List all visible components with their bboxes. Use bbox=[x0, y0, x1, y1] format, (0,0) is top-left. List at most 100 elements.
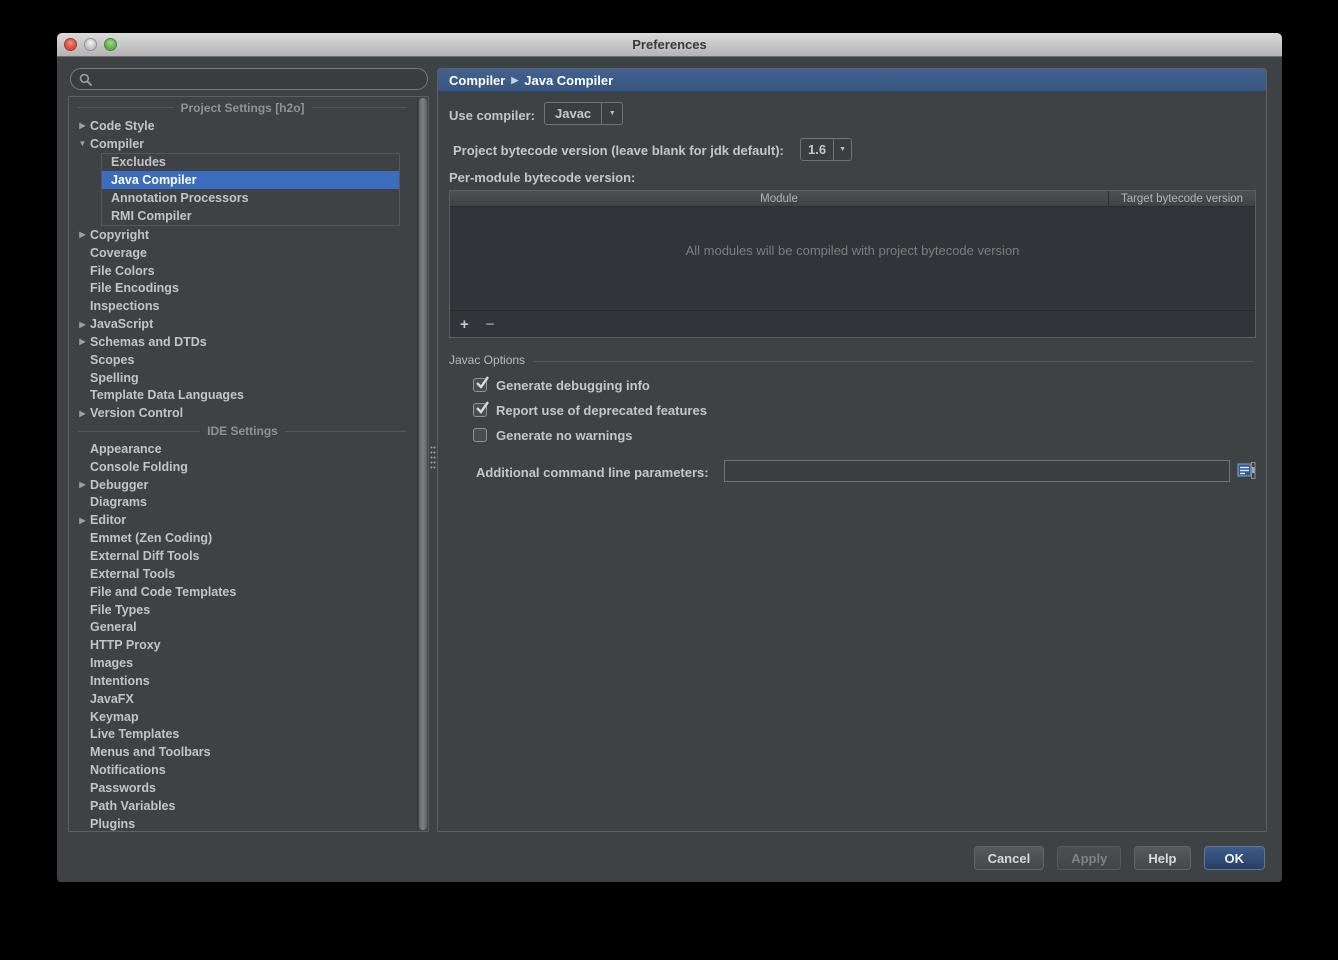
javac-options-label: Javac Options bbox=[449, 353, 526, 367]
chevron-expanded-icon[interactable]: ▼ bbox=[75, 139, 90, 148]
sidebar-item-console-folding[interactable]: Console Folding bbox=[69, 458, 416, 476]
search-field[interactable] bbox=[70, 68, 428, 90]
sidebar-item-version-control[interactable]: ▶ Version Control bbox=[69, 404, 416, 422]
sidebar-item-live-templates[interactable]: Live Templates bbox=[69, 726, 416, 744]
sidebar-item-file-colors[interactable]: File Colors bbox=[69, 262, 416, 280]
zoom-button[interactable] bbox=[104, 38, 117, 51]
sidebar-item-inspections[interactable]: Inspections bbox=[69, 297, 416, 315]
use-compiler-select[interactable]: Javac ▼ bbox=[544, 102, 624, 125]
sidebar-item-external-tools[interactable]: External Tools bbox=[69, 565, 416, 583]
chevron-collapsed-icon[interactable]: ▶ bbox=[75, 230, 90, 239]
column-header-module[interactable]: Module bbox=[450, 191, 1109, 206]
chevron-collapsed-icon[interactable]: ▶ bbox=[75, 409, 90, 418]
breadcrumb-separator-icon: ▶ bbox=[511, 74, 519, 85]
sidebar-item-coverage[interactable]: Coverage bbox=[69, 244, 416, 262]
sidebar-item-schemas-and-dtds[interactable]: ▶ Schemas and DTDs bbox=[69, 333, 416, 351]
sidebar-item-excludes[interactable]: Excludes bbox=[102, 154, 399, 172]
sidebar-item-intentions[interactable]: Intentions bbox=[69, 672, 416, 690]
sidebar-item-notifications[interactable]: Notifications bbox=[69, 761, 416, 779]
checkbox-generate-debugging-info[interactable] bbox=[473, 376, 489, 392]
sidebar-item-passwords[interactable]: Passwords bbox=[69, 779, 416, 797]
expand-editor-icon[interactable] bbox=[1237, 461, 1256, 480]
table-body[interactable]: All modules will be compiled with projec… bbox=[450, 207, 1255, 310]
additional-params-input[interactable] bbox=[725, 461, 1229, 481]
checkbox-label: Report use of deprecated features bbox=[496, 402, 707, 418]
sidebar-item-label: Menus and Toolbars bbox=[90, 745, 211, 760]
splitter-grip-icon[interactable] bbox=[430, 445, 436, 471]
sidebar-item-label: Code Style bbox=[90, 118, 155, 133]
java-compiler-panel: Compiler ▶ Java Compiler Use compiler: J… bbox=[437, 68, 1267, 832]
sidebar-item-appearance[interactable]: Appearance bbox=[69, 440, 416, 458]
sidebar-item-label: External Diff Tools bbox=[90, 549, 200, 564]
sidebar-item-template-data-languages[interactable]: Template Data Languages bbox=[69, 387, 416, 405]
sidebar-item-emmet-zen-coding[interactable]: Emmet (Zen Coding) bbox=[69, 529, 416, 547]
sidebar-item-rmi-compiler[interactable]: RMI Compiler bbox=[102, 207, 399, 225]
scrollbar-thumb[interactable] bbox=[419, 98, 427, 830]
sidebar-item-spelling[interactable]: Spelling bbox=[69, 369, 416, 387]
sidebar-item-path-variables[interactable]: Path Variables bbox=[69, 797, 416, 815]
breadcrumb: Compiler ▶ Java Compiler bbox=[438, 69, 1266, 92]
settings-tree: Project Settings [h2o] ▶ Code Style ▼ Compil… bbox=[68, 96, 429, 832]
sidebar-item-http-proxy[interactable]: HTTP Proxy bbox=[69, 636, 416, 654]
chevron-down-icon[interactable]: ▼ bbox=[601, 103, 622, 124]
sidebar-item-scopes[interactable]: Scopes bbox=[69, 351, 416, 369]
chevron-collapsed-icon[interactable]: ▶ bbox=[75, 516, 90, 525]
sidebar-item-label: Coverage bbox=[90, 245, 147, 260]
sidebar-item-java-compiler[interactable]: Java Compiler bbox=[102, 171, 399, 190]
sidebar-item-images[interactable]: Images bbox=[69, 654, 416, 672]
column-header-target-bytecode[interactable]: Target bytecode version bbox=[1109, 191, 1255, 206]
chevron-collapsed-icon[interactable]: ▶ bbox=[75, 320, 90, 329]
help-button[interactable]: Help bbox=[1134, 846, 1191, 870]
sidebar-item-compiler[interactable]: ▼ Compiler bbox=[69, 135, 416, 153]
remove-module-button[interactable]: − bbox=[486, 316, 495, 333]
sidebar-item-editor[interactable]: ▶ Editor bbox=[69, 511, 416, 529]
sidebar-item-label: Java Compiler bbox=[111, 173, 197, 188]
checkbox-generate-no-warnings[interactable] bbox=[473, 428, 487, 442]
sidebar-item-label: Console Folding bbox=[90, 459, 188, 474]
sidebar-item-javafx[interactable]: JavaFX bbox=[69, 690, 416, 708]
sidebar-item-label: Spelling bbox=[90, 370, 139, 385]
sidebar-scrollbar[interactable] bbox=[417, 97, 428, 831]
apply-button[interactable]: Apply bbox=[1057, 846, 1122, 870]
sidebar-item-file-types[interactable]: File Types bbox=[69, 601, 416, 619]
ok-button[interactable]: OK bbox=[1203, 846, 1265, 870]
sidebar-item-label: Compiler bbox=[90, 136, 145, 151]
sidebar-item-label: RMI Compiler bbox=[111, 208, 192, 223]
sidebar-item-keymap[interactable]: Keymap bbox=[69, 708, 416, 726]
chevron-down-icon[interactable]: ▼ bbox=[833, 139, 851, 160]
sidebar-item-debugger[interactable]: ▶ Debugger bbox=[69, 476, 416, 494]
window-title: Preferences bbox=[632, 37, 707, 52]
breadcrumb-parent: Compiler bbox=[449, 72, 506, 88]
minimize-button[interactable] bbox=[84, 38, 97, 51]
option-row-report-use-of-deprecated-features: Report use of deprecated features bbox=[473, 401, 707, 418]
titlebar[interactable]: Preferences bbox=[57, 33, 1282, 57]
bytecode-version-select[interactable]: 1.6 ▼ bbox=[800, 138, 853, 161]
checkmark-icon bbox=[476, 401, 489, 414]
additional-params-label: Additional command line parameters: bbox=[476, 465, 709, 480]
sidebar-item-file-encodings[interactable]: File Encodings bbox=[69, 279, 416, 297]
sidebar-item-external-diff-tools[interactable]: External Diff Tools bbox=[69, 547, 416, 565]
sidebar-item-copyright[interactable]: ▶ Copyright bbox=[69, 226, 416, 244]
add-module-button[interactable]: + bbox=[460, 316, 469, 333]
sidebar-item-label: File and Code Templates bbox=[90, 584, 237, 599]
chevron-collapsed-icon[interactable]: ▶ bbox=[75, 337, 90, 346]
sidebar-item-label: Keymap bbox=[90, 709, 139, 724]
checkbox-report-use-of-deprecated-features[interactable] bbox=[473, 401, 489, 417]
cancel-button[interactable]: Cancel bbox=[973, 846, 1045, 870]
sidebar-item-javascript[interactable]: ▶ JavaScript bbox=[69, 315, 416, 333]
sidebar-item-file-and-code-templates[interactable]: File and Code Templates bbox=[69, 583, 416, 601]
close-button[interactable] bbox=[64, 38, 77, 51]
sidebar-item-annotation-processors[interactable]: Annotation Processors bbox=[102, 189, 399, 207]
search-input[interactable] bbox=[97, 71, 419, 87]
search-icon bbox=[79, 73, 92, 86]
table-header: Module Target bytecode version bbox=[450, 191, 1255, 207]
sidebar-item-plugins[interactable]: Plugins bbox=[69, 815, 416, 831]
sidebar-item-menus-and-toolbars[interactable]: Menus and Toolbars bbox=[69, 743, 416, 761]
sidebar-item-label: Editor bbox=[90, 513, 127, 528]
sidebar-item-code-style[interactable]: ▶ Code Style bbox=[69, 117, 416, 135]
chevron-collapsed-icon[interactable]: ▶ bbox=[75, 121, 90, 130]
sidebar-item-general[interactable]: General bbox=[69, 618, 416, 636]
sidebar-item-diagrams[interactable]: Diagrams bbox=[69, 494, 416, 512]
sidebar-item-label: Annotation Processors bbox=[111, 191, 249, 206]
chevron-collapsed-icon[interactable]: ▶ bbox=[75, 480, 90, 489]
